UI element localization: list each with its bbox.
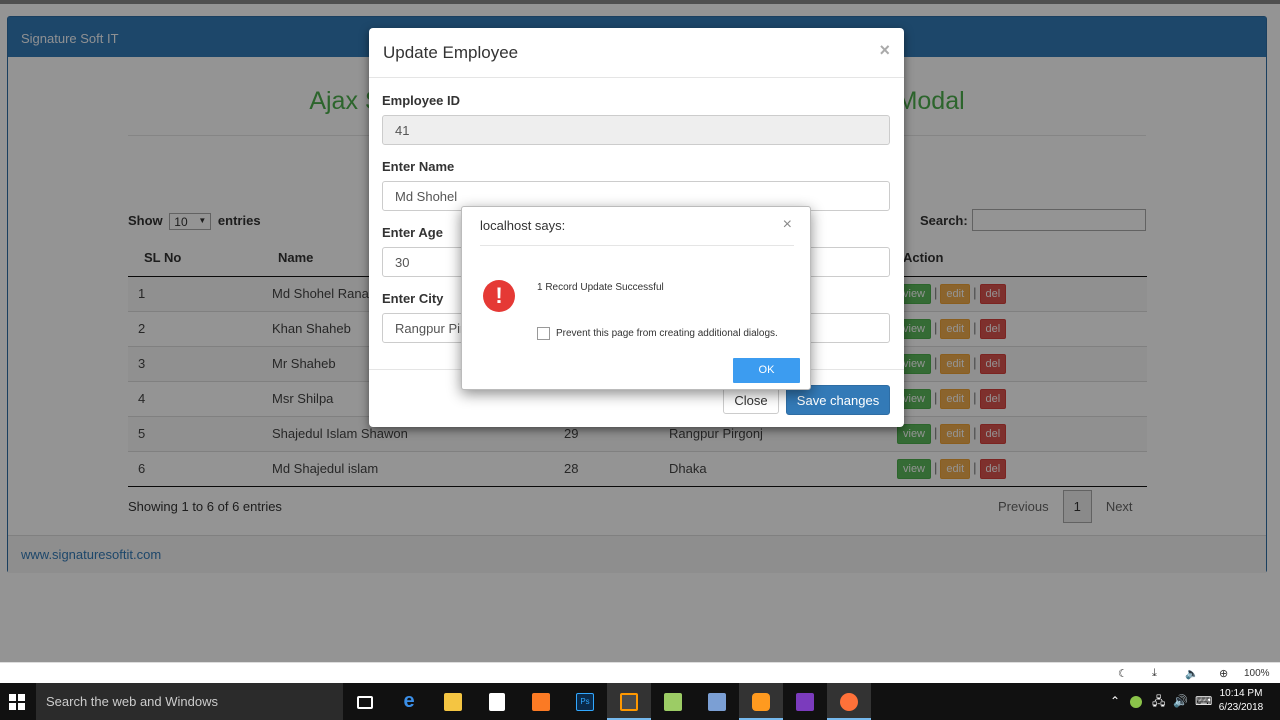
start-button[interactable]	[0, 683, 36, 720]
modal-header: Update Employee ×	[369, 28, 904, 78]
error-icon: !	[483, 280, 515, 312]
store-icon[interactable]	[475, 683, 519, 720]
employee-id-group: Employee ID 41	[382, 93, 890, 145]
taskbar-search-box[interactable]: Search the web and Windows	[36, 683, 343, 720]
alert-message: 1 Record Update Successful	[537, 282, 664, 293]
modal-title: Update Employee	[383, 43, 519, 62]
close-icon[interactable]: ×	[783, 216, 792, 234]
download-icon[interactable]: ⤓	[1152, 667, 1157, 680]
alert-title: localhost says:	[480, 218, 566, 233]
prevent-dialogs-label: Prevent this page from creating addition…	[556, 328, 778, 340]
windows-taskbar: Search the web and Windows e Ps ⌃ 🖧 🔊 ⌨ …	[0, 683, 1280, 720]
notepad-icon[interactable]	[651, 683, 695, 720]
sublime-text-icon[interactable]	[607, 683, 651, 720]
keyboard-icon[interactable]: ⌨	[1195, 683, 1212, 720]
close-icon[interactable]: ×	[879, 40, 890, 61]
clock-date: 6/23/2018	[1218, 702, 1264, 713]
moon-icon[interactable]: ☾	[1118, 667, 1128, 680]
speaker-icon[interactable]: 🔈	[1185, 667, 1199, 680]
employee-id-field[interactable]: 41	[382, 115, 890, 145]
employee-id-label: Employee ID	[382, 93, 461, 108]
name-group: Enter Name Md Shohel	[382, 159, 890, 211]
app-tray-icon[interactable]	[1130, 683, 1142, 720]
edge-browser-icon[interactable]: e	[387, 683, 431, 720]
zoom-icon[interactable]: ⊕	[1219, 667, 1228, 680]
prevent-dialogs-checkbox[interactable]	[537, 327, 550, 340]
clock-time: 10:14 PM	[1219, 688, 1263, 699]
system-clock[interactable]: 10:14 PM 6/23/2018	[1212, 687, 1270, 715]
photoshop-icon[interactable]: Ps	[563, 683, 607, 720]
file-explorer-icon[interactable]	[431, 683, 475, 720]
browser-alert-dialog: localhost says: × ! 1 Record Update Succ…	[461, 206, 811, 390]
prevent-dialogs-option[interactable]: Prevent this page from creating addition…	[537, 327, 778, 340]
windows-logo-icon	[9, 694, 25, 710]
name-label: Enter Name	[382, 159, 455, 174]
task-view-icon[interactable]	[343, 683, 387, 720]
zoom-level[interactable]: 100%	[1244, 668, 1270, 679]
chevron-up-icon[interactable]: ⌃	[1110, 683, 1120, 720]
visual-studio-icon[interactable]	[783, 683, 827, 720]
xampp-icon[interactable]	[519, 683, 563, 720]
browser-status-bar: ☾ ⤓ 🔈 ⊕ 100%	[0, 662, 1280, 683]
uc-browser-icon[interactable]	[739, 683, 783, 720]
ok-button[interactable]: OK	[733, 358, 800, 383]
save-disk-icon[interactable]	[695, 683, 739, 720]
firefox-icon[interactable]	[827, 683, 871, 720]
network-icon[interactable]: 🖧	[1152, 683, 1165, 720]
volume-icon[interactable]: 🔊	[1173, 683, 1188, 720]
alert-divider	[480, 245, 794, 246]
